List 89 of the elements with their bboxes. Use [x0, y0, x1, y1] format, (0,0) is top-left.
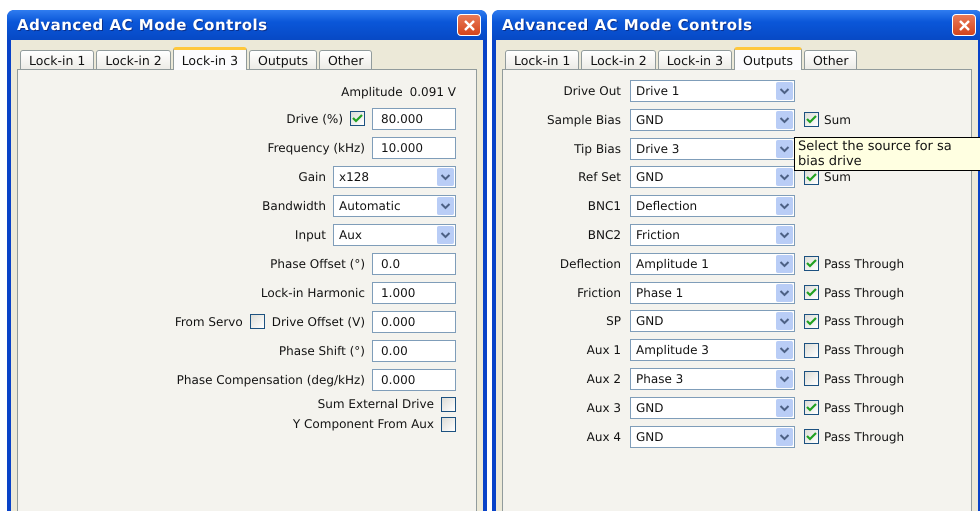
- tab[interactable]: Other: [318, 50, 372, 70]
- checkbox-label: Y Component From Aux: [292, 417, 434, 431]
- dropdown[interactable]: x128: [333, 166, 456, 188]
- tab[interactable]: Lock-in 2: [581, 50, 656, 70]
- field-label: Frequency (kHz): [268, 140, 365, 154]
- checkbox-label: Sum External Drive: [318, 397, 434, 411]
- close-button[interactable]: [457, 14, 481, 36]
- dropdown[interactable]: GND: [630, 166, 795, 188]
- input-field[interactable]: 0.000: [372, 310, 456, 332]
- output-label: Tip Bias: [573, 142, 621, 156]
- checkbox-label: Sum: [824, 112, 851, 127]
- output-label: Aux 1: [586, 343, 621, 358]
- field-label: Input: [294, 228, 326, 242]
- output-label: Ref Set: [577, 170, 621, 184]
- input-field[interactable]: 80.000: [372, 108, 456, 130]
- checkbox-label: Pass Through: [824, 256, 904, 271]
- checkbox[interactable]: [804, 429, 819, 444]
- dropdown[interactable]: GND: [630, 396, 795, 419]
- output-label: Aux 2: [586, 372, 621, 386]
- amplitude-label: Amplitude: [341, 85, 403, 99]
- close-icon: [958, 18, 970, 32]
- output-label: Deflection: [558, 256, 621, 271]
- checkbox[interactable]: [804, 285, 819, 300]
- dropdown[interactable]: Phase 1: [630, 282, 795, 304]
- dropdown[interactable]: Drive 3: [630, 138, 795, 160]
- dropdown[interactable]: Drive 1: [630, 80, 795, 102]
- checkbox-label: Pass Through: [824, 314, 904, 328]
- checkbox[interactable]: [441, 416, 456, 432]
- field-label: Lock-in Harmonic: [260, 286, 365, 300]
- checkbox-label: Pass Through: [824, 286, 904, 300]
- output-label: Drive Out: [562, 84, 621, 98]
- tab[interactable]: Other: [804, 50, 858, 70]
- close-icon: [462, 18, 476, 32]
- output-label: Sample Bias: [546, 112, 621, 127]
- dropdown[interactable]: GND: [630, 108, 795, 131]
- tab[interactable]: Lock-in 3: [658, 50, 732, 70]
- tab[interactable]: Lock-in 2: [96, 50, 171, 70]
- field-label: Phase Shift (°): [278, 344, 365, 358]
- amplitude-value: 0.091 V: [410, 85, 456, 99]
- tab[interactable]: Outputs: [249, 50, 317, 70]
- output-label: SP: [605, 314, 621, 328]
- input-field[interactable]: 0.0: [372, 252, 456, 274]
- output-label: BNC1: [586, 199, 621, 214]
- field-label: Gain: [298, 170, 326, 184]
- dropdown[interactable]: Deflection: [630, 195, 795, 218]
- checkbox-label: From Servo: [174, 314, 243, 328]
- checkbox-label: Pass Through: [824, 400, 904, 415]
- dropdown[interactable]: Automatic: [333, 194, 456, 216]
- output-label: Aux 4: [586, 430, 621, 444]
- field-label: Drive Offset (V): [272, 314, 365, 328]
- output-label: Friction: [576, 286, 621, 300]
- input-field[interactable]: 10.000: [372, 136, 456, 158]
- tab[interactable]: Lock-in 1: [505, 50, 580, 70]
- checkbox[interactable]: [804, 400, 819, 416]
- window-title: Advanced AC Mode Controls: [502, 16, 753, 34]
- dropdown[interactable]: Phase 3: [630, 368, 795, 390]
- checkbox[interactable]: [804, 342, 819, 358]
- checkbox[interactable]: [804, 112, 819, 128]
- tab[interactable]: Outputs: [734, 47, 802, 70]
- input-field[interactable]: 0.000: [372, 368, 456, 390]
- tab[interactable]: Lock-in 3: [172, 47, 248, 70]
- output-label: BNC2: [586, 228, 621, 242]
- checkbox[interactable]: [250, 314, 265, 329]
- checkbox-label: Pass Through: [824, 372, 904, 386]
- tooltip: Select the source for sa bias drive: [794, 137, 980, 171]
- dropdown[interactable]: Amplitude 3: [630, 339, 795, 362]
- field-label: Drive (%): [286, 112, 343, 126]
- field-label: Phase Compensation (deg/kHz): [176, 372, 365, 386]
- window-title: Advanced AC Mode Controls: [17, 16, 268, 34]
- field-label: Bandwidth: [262, 198, 326, 212]
- checkbox[interactable]: [804, 371, 819, 386]
- checkbox[interactable]: [350, 111, 365, 126]
- checkbox-label: Pass Through: [824, 343, 904, 358]
- checkbox[interactable]: [441, 396, 456, 412]
- field-label: Phase Offset (°): [270, 256, 365, 270]
- output-label: Aux 3: [586, 400, 621, 415]
- input-field[interactable]: 0.00: [372, 340, 456, 362]
- dropdown[interactable]: GND: [630, 426, 795, 448]
- input-field[interactable]: 1.000: [372, 282, 456, 304]
- checkbox[interactable]: [804, 314, 819, 329]
- dropdown[interactable]: GND: [630, 310, 795, 332]
- checkbox-label: Sum: [824, 170, 851, 184]
- tab[interactable]: Lock-in 1: [20, 50, 94, 70]
- checkbox-label: Pass Through: [824, 430, 904, 444]
- checkbox[interactable]: [804, 256, 819, 272]
- close-button[interactable]: [952, 14, 976, 36]
- dropdown[interactable]: Friction: [630, 224, 795, 246]
- dropdown[interactable]: Amplitude 1: [630, 252, 795, 275]
- dropdown[interactable]: Aux: [333, 224, 456, 246]
